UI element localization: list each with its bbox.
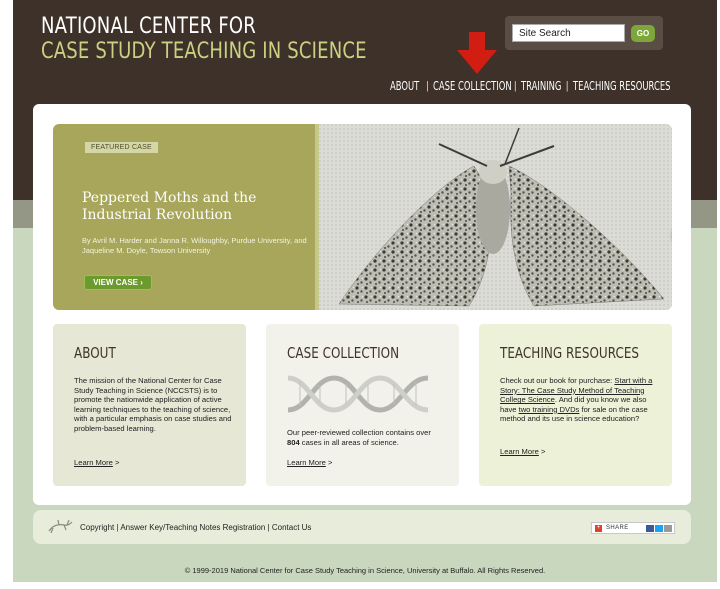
search-input[interactable] — [512, 24, 625, 42]
nav-about[interactable]: ABOUT — [390, 79, 419, 93]
about-box: ABOUT The mission of the National Center… — [53, 324, 246, 486]
about-learn-more-link[interactable]: Learn More > — [74, 458, 119, 467]
footer-link-contact[interactable]: Contact Us — [272, 523, 312, 532]
share-label: SHARE — [606, 525, 629, 531]
view-case-label: VIEW CASE — [93, 278, 138, 287]
footer-links: Copyright | Answer Key/Teaching Notes Re… — [80, 523, 311, 532]
view-case-button[interactable]: VIEW CASE › — [84, 275, 152, 290]
dna-icon — [287, 375, 429, 413]
case-count: 804 — [287, 437, 300, 447]
footer-link-registration[interactable]: Answer Key/Teaching Notes Registration — [120, 523, 265, 532]
teaching-resources-heading: TEACHING RESOURCES — [500, 344, 640, 362]
dvd-link[interactable]: two training DVDs — [519, 405, 580, 414]
nav-divider: | — [426, 80, 429, 92]
main-content: FEATURED CASE Peppered Moths and the Ind… — [33, 104, 691, 505]
search-box: GO — [505, 16, 663, 50]
share-button[interactable]: + SHARE — [591, 522, 675, 534]
case-collection-text-before: Our peer-reviewed collection contains ov… — [287, 428, 431, 437]
case-collection-box: CASE COLLECTION Our peer-reviewed collec… — [266, 324, 459, 486]
featured-badge: FEATURED CASE — [85, 142, 158, 153]
nav-teaching-resources[interactable]: TEACHING RESOURCES — [573, 79, 671, 93]
about-learn-more-label: Learn More — [74, 458, 113, 467]
footer-link-copyright[interactable]: Copyright — [80, 523, 114, 532]
about-heading: ABOUT — [74, 344, 116, 362]
main-nav: ABOUT | CASE COLLECTION | TRAINING | TEA… — [390, 77, 671, 95]
featured-authors: By Avril M. Harder and Janna R. Willough… — [82, 236, 307, 255]
share-icon: + — [595, 525, 602, 532]
case-collection-text: Our peer-reviewed collection contains ov… — [287, 428, 445, 447]
red-arrow-annotation-icon — [457, 32, 497, 74]
footer-bar: Copyright | Answer Key/Teaching Notes Re… — [33, 510, 691, 544]
logo-line-1: NATIONAL CENTER FOR — [41, 14, 257, 39]
resources-text-1: Check out our book for purchase: — [500, 376, 615, 385]
nav-divider: | — [565, 80, 569, 92]
case-collection-heading: CASE COLLECTION — [287, 344, 400, 362]
search-go-button[interactable]: GO — [631, 25, 655, 42]
case-collection-text-after: cases in all areas of science. — [299, 437, 399, 447]
featured-title[interactable]: Peppered Moths and the Industrial Revolu… — [82, 190, 297, 224]
page: NATIONAL CENTER FOR CASE STUDY TEACHING … — [13, 0, 717, 582]
social-icons — [646, 525, 672, 532]
featured-case-panel: FEATURED CASE Peppered Moths and the Ind… — [53, 124, 315, 310]
case-collection-learn-more-label: Learn More — [287, 458, 326, 467]
nav-case-collection[interactable]: CASE COLLECTION — [433, 79, 512, 93]
teaching-resources-learn-more-label: Learn More — [500, 447, 539, 456]
nav-training[interactable]: TRAINING — [521, 79, 561, 93]
about-text: The mission of the National Center for C… — [74, 376, 232, 433]
teaching-resources-text: Check out our book for purchase: Start w… — [500, 376, 660, 424]
copyright-text: © 1999-2019 National Center for Case Stu… — [184, 566, 546, 575]
nav-divider: | — [513, 80, 517, 92]
site-logo[interactable]: NATIONAL CENTER FOR CASE STUDY TEACHING … — [41, 16, 438, 63]
featured-case-slider: FEATURED CASE Peppered Moths and the Ind… — [53, 124, 672, 310]
moth-image — [319, 124, 672, 310]
lizard-icon — [48, 519, 73, 534]
teaching-resources-learn-more-link[interactable]: Learn More > — [500, 447, 545, 456]
case-collection-learn-more-link[interactable]: Learn More > — [287, 458, 332, 467]
teaching-resources-box: TEACHING RESOURCES Check out our book fo… — [479, 324, 672, 486]
logo-line-2: CASE STUDY TEACHING IN SCIENCE — [41, 39, 367, 64]
